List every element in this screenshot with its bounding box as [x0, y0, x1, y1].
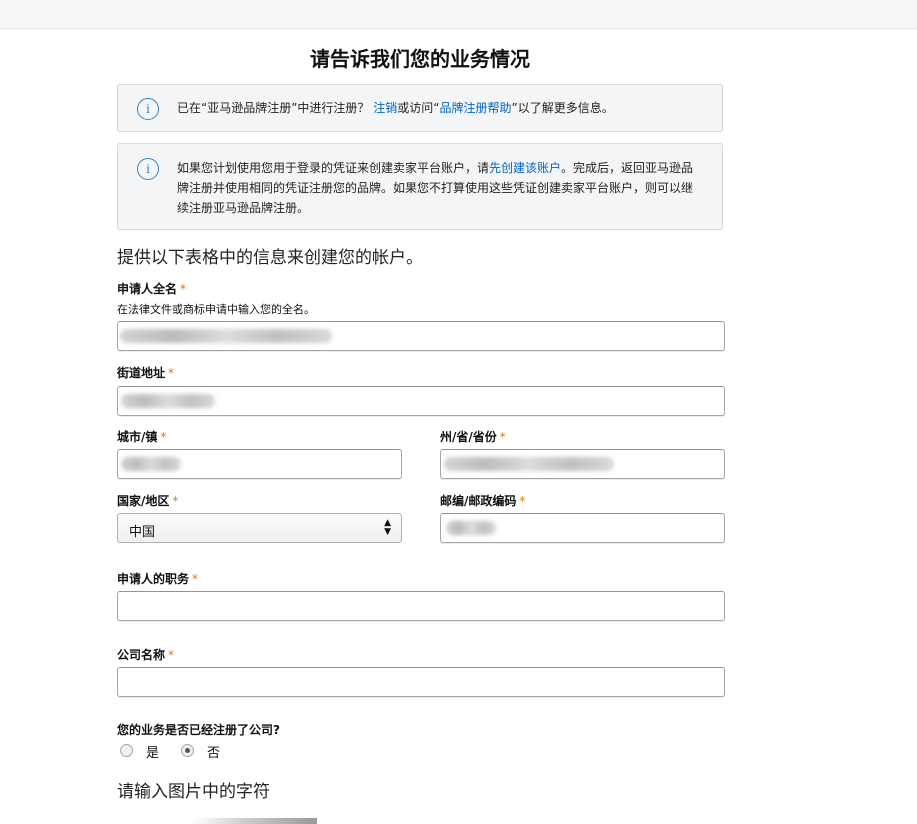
- create-account-link[interactable]: 先创建该账户: [489, 161, 561, 175]
- label-text: 申请人的职务: [117, 572, 190, 586]
- required-asterisk: *: [192, 572, 199, 586]
- registered-company-question: 您的业务是否已经注册了公司?: [117, 723, 280, 737]
- city-input[interactable]: [117, 449, 402, 479]
- radio-yes-label[interactable]: 是: [146, 742, 159, 761]
- info-icon: i: [137, 158, 159, 180]
- city-label: 城市/镇 *: [117, 428, 166, 445]
- job-title-input[interactable]: [117, 591, 725, 621]
- postal-code-label: 邮编/邮政编码 *: [440, 492, 525, 509]
- state-input[interactable]: [440, 449, 725, 479]
- applicant-name-input[interactable]: [117, 321, 725, 351]
- required-asterisk: *: [519, 494, 526, 508]
- street-address-label: 街道地址 *: [117, 364, 174, 381]
- redacted-value: [120, 329, 332, 343]
- label-text: 街道地址: [117, 366, 166, 380]
- captcha-image: [192, 818, 317, 824]
- required-asterisk: *: [160, 430, 167, 444]
- alert-text-part: ”以了解更多信息。: [511, 101, 614, 115]
- state-label: 州/省/省份 *: [440, 428, 506, 445]
- label-text: 申请人全名: [117, 282, 178, 296]
- redacted-value: [446, 521, 496, 535]
- redacted-value: [121, 457, 181, 471]
- country-select[interactable]: 中国 ▲ ▼: [117, 513, 402, 543]
- alert-text-part: 已在“亚马逊品牌注册”中进行注册？: [177, 101, 374, 115]
- street-address-input[interactable]: [117, 386, 725, 416]
- page-title: 请告诉我们您的业务情况: [310, 47, 530, 71]
- brand-registry-help-link[interactable]: 品牌注册帮助: [439, 101, 511, 115]
- signin-info-alert: i 已在“亚马逊品牌注册”中进行注册？ 注销或访问“品牌注册帮助”以了解更多信息…: [117, 84, 723, 132]
- select-arrows-icon: ▲ ▼: [384, 518, 391, 537]
- sign-out-link[interactable]: 注销: [373, 101, 397, 115]
- alert-text: 已在“亚马逊品牌注册”中进行注册？ 注销或访问“品牌注册帮助”以了解更多信息。: [177, 98, 702, 118]
- label-text: 邮编/邮政编码: [440, 494, 517, 508]
- label-text: 公司名称: [117, 648, 166, 662]
- applicant-name-hint: 在法律文件或商标申请中输入您的全名。: [117, 303, 315, 316]
- required-asterisk: *: [499, 430, 506, 444]
- info-icon: i: [137, 98, 159, 120]
- radio-no-label[interactable]: 否: [207, 742, 220, 761]
- required-asterisk: *: [172, 494, 179, 508]
- captcha-heading: 请输入图片中的字符: [117, 782, 270, 802]
- postal-code-input[interactable]: [440, 513, 725, 543]
- alert-text-part: 或访问“: [397, 101, 440, 115]
- label-text: 州/省/省份: [440, 430, 497, 444]
- company-name-input[interactable]: [117, 667, 725, 697]
- required-asterisk: *: [180, 282, 187, 296]
- redacted-value: [121, 394, 215, 408]
- country-selected-value: 中国: [129, 525, 156, 540]
- radio-yes[interactable]: [120, 744, 133, 757]
- label-text: 城市/镇: [117, 430, 158, 444]
- top-bar: [0, 0, 917, 29]
- country-label: 国家/地区 *: [117, 492, 178, 509]
- company-name-label: 公司名称 *: [117, 646, 174, 663]
- form-section-heading: 提供以下表格中的信息来创建您的帐户。: [117, 248, 423, 268]
- radio-no[interactable]: [181, 744, 194, 757]
- label-text: 国家/地区: [117, 494, 170, 508]
- alert-text: 如果您计划使用您用于登录的凭证来创建卖家平台账户，请先创建该账户。完成后，返回亚…: [177, 158, 702, 218]
- required-asterisk: *: [168, 648, 175, 662]
- seller-central-info-alert: i 如果您计划使用您用于登录的凭证来创建卖家平台账户，请先创建该账户。完成后，返…: [117, 143, 723, 230]
- required-asterisk: *: [168, 366, 175, 380]
- alert-text-part: 如果您计划使用您用于登录的凭证来创建卖家平台账户，请: [177, 161, 490, 175]
- redacted-value: [444, 457, 614, 471]
- applicant-name-label: 申请人全名 *: [117, 280, 186, 297]
- job-title-label: 申请人的职务 *: [117, 570, 198, 587]
